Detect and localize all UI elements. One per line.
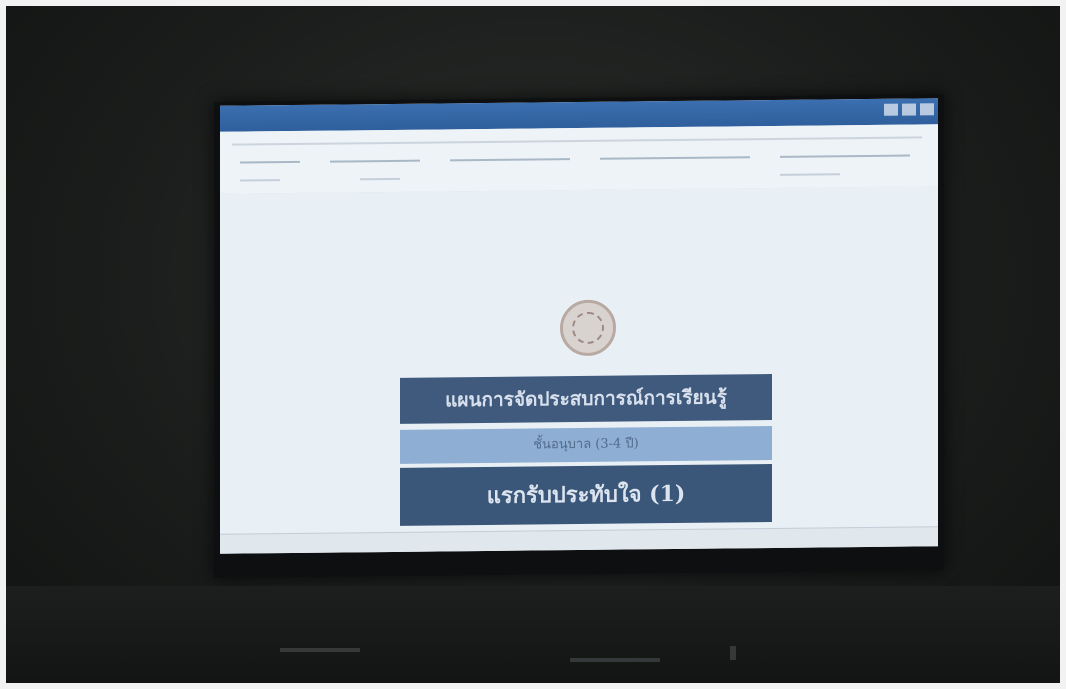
photo-border [0, 0, 1066, 689]
